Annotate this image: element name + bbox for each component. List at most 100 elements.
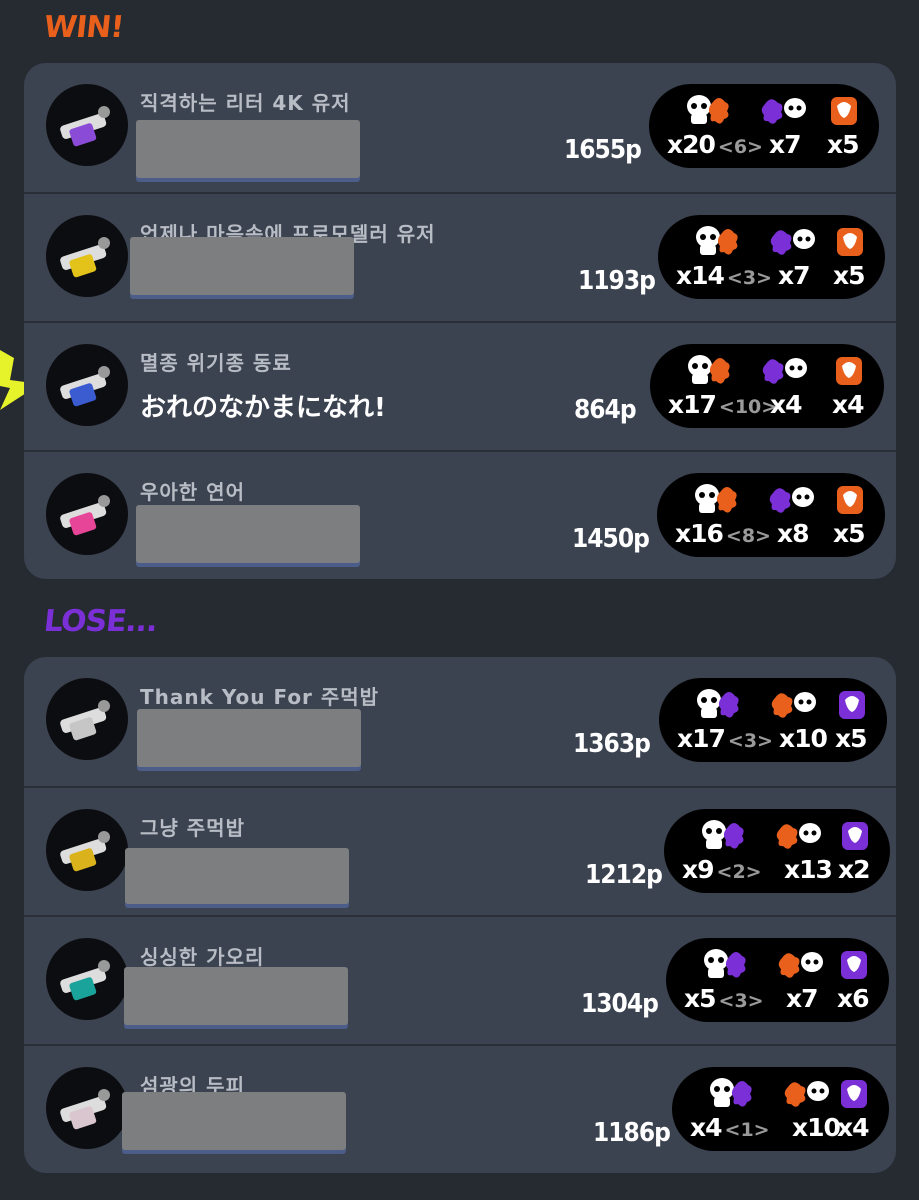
- win-heading: WIN!: [42, 10, 125, 45]
- turf-points: 864p: [574, 395, 637, 425]
- player-row[interactable]: 그냥 주먹밥 1212p x9 <2> x13 x2: [24, 786, 896, 916]
- turf-points: 1363p: [573, 729, 651, 759]
- turf-points: 1212p: [585, 860, 663, 890]
- turf-points: 1655p: [564, 135, 642, 165]
- kill-count: x16 <8>: [675, 519, 771, 548]
- stats-pill: x17 <10> x4 x4: [650, 344, 884, 428]
- special-uses-count: x10: [779, 724, 828, 753]
- kill-count: x17 <10>: [668, 390, 777, 419]
- player-nickname: 싱싱한 가오리: [140, 945, 265, 969]
- kills-value: x20: [667, 130, 716, 159]
- death-icon: [769, 487, 814, 513]
- redacted-player-name: [136, 120, 360, 178]
- special-weapon-icon: [839, 691, 865, 719]
- player-row[interactable]: 섬광의 두피 1186p x4 <1> x10 x4: [24, 1044, 896, 1173]
- special-uses-count: x7: [778, 261, 811, 290]
- special-weapon-icon: [842, 822, 868, 850]
- assists-value: <10>: [718, 396, 778, 418]
- kill-count: x9 <2>: [682, 855, 762, 884]
- stats-pill: x5 <3> x7 x6: [666, 938, 889, 1022]
- weapon-icon: [46, 809, 128, 891]
- redacted-player-name: [130, 237, 354, 295]
- player-nickname: Thank You For 주먹밥: [140, 685, 380, 709]
- special-uses-count: x10: [792, 1113, 841, 1142]
- kill-count: x14 <3>: [676, 261, 772, 290]
- assists-value: <3>: [726, 267, 772, 289]
- weapon-icon: [46, 1067, 128, 1149]
- assists-value: <8>: [725, 525, 771, 547]
- player-row[interactable]: 직격하는 리터 4K 유저 1655p x20 <6> x7 x5: [24, 63, 896, 191]
- death-icon: [778, 952, 823, 978]
- special-weapon-icon: [831, 97, 857, 125]
- death-icon: [762, 358, 807, 384]
- stats-pill: x14 <3> x7 x5: [658, 215, 885, 299]
- turf-points: 1450p: [572, 524, 650, 554]
- weapon-icon: [46, 473, 128, 555]
- death-icon: [770, 229, 815, 255]
- weapon-icon: [46, 938, 128, 1020]
- kill-count: x20 <6>: [667, 130, 763, 159]
- special-weapon-icon: [841, 951, 867, 979]
- special-uses-count: x13: [784, 855, 833, 884]
- redacted-player-name: [125, 848, 349, 904]
- turf-points: 1186p: [593, 1118, 671, 1148]
- kill-icon: [710, 1078, 752, 1107]
- kill-icon: [687, 95, 729, 124]
- stats-pill: x17 <3> x10 x5: [659, 678, 887, 762]
- special-count: x4: [832, 390, 865, 419]
- special-uses-count: x7: [786, 984, 819, 1013]
- kills-value: x14: [676, 261, 725, 290]
- win-team-panel: 직격하는 리터 4K 유저 1655p x20 <6> x7 x5 언제나 마음속에 프로모…: [24, 63, 896, 579]
- special-count: x5: [827, 130, 860, 159]
- player-nickname: 우아한 연어: [140, 480, 245, 504]
- assists-value: <3>: [727, 730, 773, 752]
- assists-value: <3>: [718, 990, 764, 1012]
- death-icon: [776, 823, 821, 849]
- kills-value: x4: [690, 1113, 723, 1142]
- redacted-player-name: [124, 967, 348, 1025]
- player-nickname: 그냥 주먹밥: [140, 816, 245, 840]
- player-row[interactable]: 우아한 연어 1450p x16 <8> x8 x5: [24, 450, 896, 579]
- kill-count: x5 <3>: [684, 984, 764, 1013]
- player-row[interactable]: Thank You For 주먹밥 1363p x17 <3> x10 x5: [24, 657, 896, 785]
- turf-points: 1304p: [581, 989, 659, 1019]
- special-weapon-icon: [836, 357, 862, 385]
- kill-icon: [697, 689, 739, 718]
- kills-value: x9: [682, 855, 715, 884]
- kills-value: x16: [675, 519, 724, 548]
- lose-team-panel: Thank You For 주먹밥 1363p x17 <3> x10 x5 그냥 주먹밥 1…: [24, 657, 896, 1173]
- special-count: x5: [835, 724, 868, 753]
- kill-icon: [702, 820, 744, 849]
- stats-pill: x9 <2> x13 x2: [664, 809, 890, 893]
- special-count: x6: [837, 984, 870, 1013]
- weapon-icon: [46, 215, 128, 297]
- weapon-icon: [46, 678, 128, 760]
- player-nickname: 직격하는 리터 4K 유저: [140, 91, 351, 115]
- redacted-player-name: [136, 505, 360, 563]
- kill-icon: [695, 484, 737, 513]
- kills-value: x17: [668, 390, 717, 419]
- player-row[interactable]: 언제나 마음속에 프로모델러 유저 1193p x14 <3> x7 x5: [24, 192, 896, 322]
- assists-value: <2>: [716, 861, 762, 883]
- assists-value: <1>: [724, 1119, 770, 1141]
- player-row[interactable]: 싱싱한 가오리 1304p x5 <3> x7 x6: [24, 915, 896, 1045]
- weapon-icon: [46, 84, 128, 166]
- lose-heading: LOSE...: [42, 604, 159, 639]
- special-weapon-icon: [837, 486, 863, 514]
- special-uses-count: x7: [769, 130, 802, 159]
- player-name: おれのなかまになれ!: [140, 393, 386, 423]
- stats-pill: x20 <6> x7 x5: [649, 84, 879, 168]
- special-uses-count: x8: [777, 519, 810, 548]
- special-count: x2: [838, 855, 871, 884]
- player-row[interactable]: 멸종 위기종 동료 おれのなかまになれ! 864p x17 <10> x4 x4: [24, 321, 896, 451]
- kill-count: x4 <1>: [690, 1113, 770, 1142]
- special-count: x5: [833, 519, 866, 548]
- kill-icon: [696, 226, 738, 255]
- special-count: x4: [837, 1113, 870, 1142]
- stats-pill: x16 <8> x8 x5: [657, 473, 885, 557]
- redacted-player-name: [137, 709, 361, 767]
- kill-count: x17 <3>: [677, 724, 773, 753]
- assists-value: <6>: [717, 136, 763, 158]
- turf-points: 1193p: [578, 266, 656, 296]
- stats-pill: x4 <1> x10 x4: [672, 1067, 889, 1151]
